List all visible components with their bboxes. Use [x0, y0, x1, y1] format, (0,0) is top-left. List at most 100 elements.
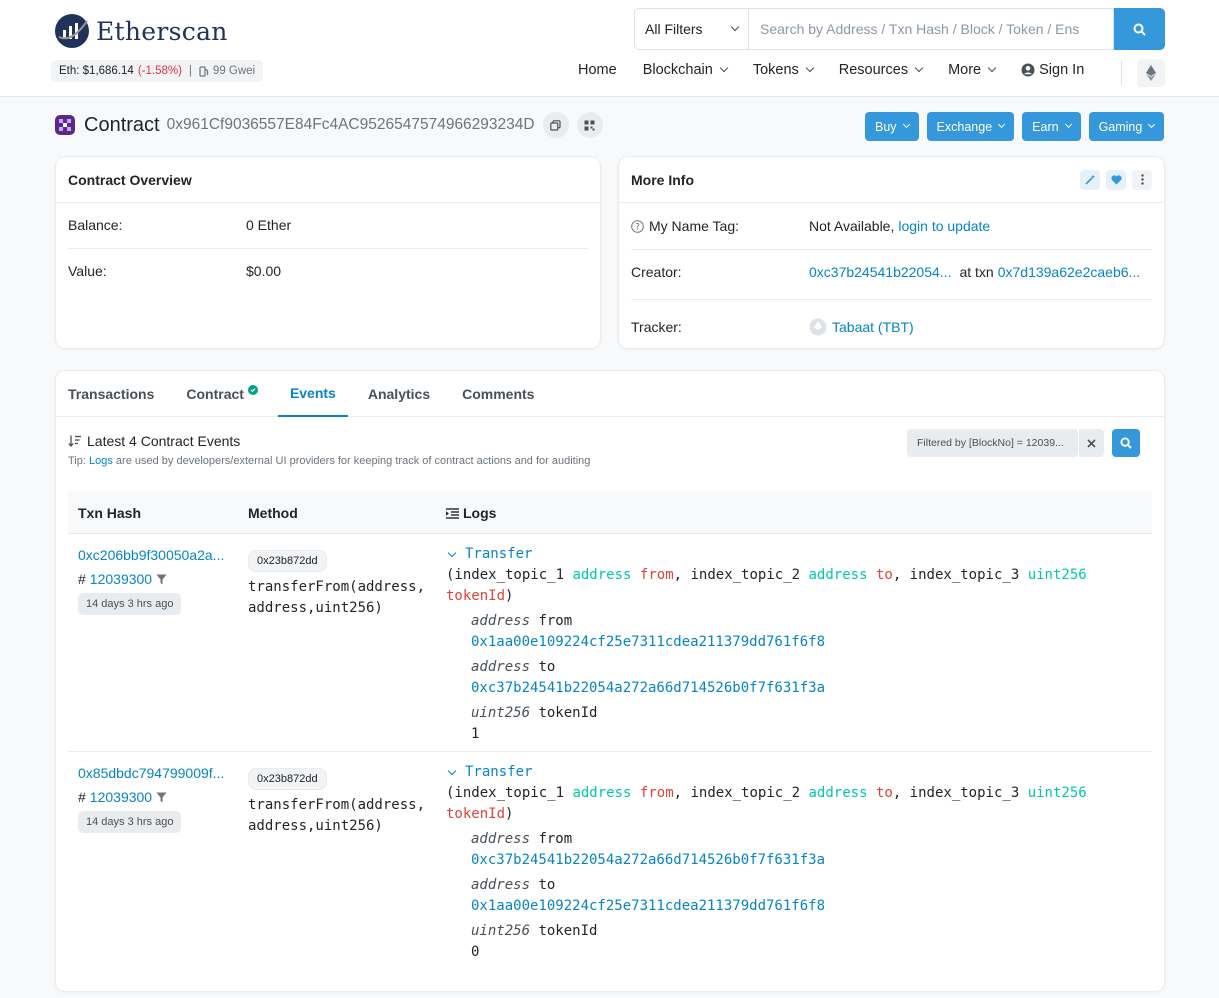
etherscan-logo[interactable]: Etherscan: [54, 13, 228, 49]
tracker-label: Tracker:: [631, 319, 682, 335]
th-logs-label: Logs: [463, 505, 497, 521]
tab-comments[interactable]: Comments: [450, 371, 546, 417]
nav-tokens[interactable]: Tokens: [752, 62, 815, 78]
nav-home[interactable]: Home: [578, 62, 617, 78]
gaming-button[interactable]: Gaming: [1088, 112, 1165, 141]
events-title-text: Latest 4 Contract Events: [87, 433, 241, 449]
eth-price[interactable]: Eth: $1,686.14: [59, 65, 134, 77]
param-value-link[interactable]: 0xc37b24541b22054a272a66d714526b0f7f631f…: [471, 680, 825, 696]
param-value-link[interactable]: 0x1aa00e109224cf25e7311cdea211379dd761f6…: [471, 634, 825, 650]
sig-type: address: [572, 785, 632, 801]
tab-comments-label: Comments: [462, 386, 535, 402]
logo-text: Etherscan: [96, 16, 228, 46]
param-type: uint256: [471, 705, 531, 721]
question-circle-icon[interactable]: ?: [631, 219, 644, 233]
param-type: address: [471, 613, 531, 629]
sig-type: address: [808, 785, 868, 801]
sig-close: ): [505, 806, 514, 822]
table-row: 0x85dbdc794799009f... # 12039300 14 days…: [68, 752, 1152, 972]
list-indent-icon: [446, 507, 459, 519]
log-cell: Transfer (index_topic_1 address from, in…: [446, 544, 1152, 745]
sig-open: (index_topic_1: [446, 567, 565, 583]
qr-code-button[interactable]: [576, 112, 603, 138]
value-row: Value: $0.00: [68, 263, 588, 279]
tab-events[interactable]: Events: [277, 371, 348, 417]
value-value: $0.00: [246, 263, 282, 279]
sig-param: from: [639, 567, 674, 583]
tab-transactions[interactable]: Transactions: [56, 371, 166, 417]
filter-icon[interactable]: [156, 574, 167, 585]
param-value-link[interactable]: 0xc37b24541b22054a272a66d714526b0f7f631f…: [471, 852, 825, 868]
search-icon: [1133, 23, 1146, 36]
tab-analytics[interactable]: Analytics: [356, 371, 442, 417]
sig-topic3: , index_topic_3: [892, 785, 1020, 801]
logs-link[interactable]: Logs: [89, 455, 113, 467]
nav-blockchain-label: Blockchain: [642, 62, 713, 78]
more-options-button[interactable]: [1132, 169, 1152, 190]
event-signature: (index_topic_1 address from, index_topic…: [446, 783, 1152, 825]
event-name-toggle[interactable]: Transfer: [446, 762, 1152, 783]
th-txn-hash: Txn Hash: [78, 505, 142, 521]
method-id-badge[interactable]: 0x23b872dd: [248, 550, 327, 572]
param-name: to: [538, 659, 556, 675]
param-from: address from 0x1aa00e109224cf25e7311cdea…: [471, 611, 1152, 653]
method-id-badge[interactable]: 0x23b872dd: [248, 768, 327, 790]
favorite-button[interactable]: [1106, 169, 1126, 190]
block-prefix: #: [78, 789, 86, 805]
tracker-link[interactable]: Tabaat (TBT): [832, 319, 914, 335]
exchange-button[interactable]: Exchange: [926, 112, 1015, 141]
login-to-update-link[interactable]: login to update: [898, 218, 990, 234]
txn-hash-link[interactable]: 0x85dbdc794799009f...: [78, 765, 224, 781]
search-input[interactable]: [748, 8, 1114, 50]
param-to: address to 0xc37b24541b22054a272a66d7145…: [471, 657, 1152, 699]
txn-hash-link[interactable]: 0xc206bb9f30050a2a...: [78, 547, 224, 563]
nav-home-label: Home: [578, 62, 617, 78]
sig-param: tokenId: [446, 588, 506, 604]
param-name: tokenId: [538, 705, 598, 721]
divider: [631, 299, 1152, 300]
creator-address-link[interactable]: 0xc37b24541b22054...: [809, 264, 951, 280]
ethereum-icon: [1146, 65, 1156, 81]
gas-price[interactable]: 99 Gwei: [213, 65, 255, 77]
name-tag-label: My Name Tag:: [649, 218, 739, 234]
copy-address-button[interactable]: [542, 112, 569, 138]
sort-icon: [68, 435, 81, 447]
search-button[interactable]: [1114, 8, 1165, 50]
block-link[interactable]: 12039300: [90, 571, 152, 587]
log-cell: Transfer (index_topic_1 address from, in…: [446, 762, 1152, 963]
event-name-toggle[interactable]: Transfer: [446, 544, 1152, 565]
tab-contract[interactable]: Contract: [174, 371, 270, 417]
nav-tokens-label: Tokens: [752, 62, 799, 78]
sig-topic2: , index_topic_2: [673, 567, 801, 583]
nav-resources[interactable]: Resources: [839, 62, 924, 78]
nav-more[interactable]: More: [948, 62, 997, 78]
tab-transactions-label: Transactions: [68, 386, 155, 402]
filter-icon[interactable]: [156, 792, 167, 803]
tracker-row: Tracker: Tabaat (TBT): [631, 318, 1152, 336]
network-switch-button[interactable]: [1137, 59, 1165, 87]
search-filter-select[interactable]: All Filters: [634, 8, 748, 50]
clear-filter-button[interactable]: [1078, 429, 1104, 457]
chevron-down-icon: [1148, 120, 1156, 129]
buy-button[interactable]: Buy: [865, 112, 919, 141]
sig-open: (index_topic_1: [446, 785, 565, 801]
param-name: to: [538, 877, 556, 893]
magic-wand-button[interactable]: [1080, 169, 1100, 190]
name-tag-label-wrap: ? My Name Tag:: [631, 218, 809, 234]
search-filter-value: All Filters: [645, 21, 703, 37]
nav-sign-in-label: Sign In: [1039, 62, 1085, 78]
name-tag-value: Not Available,: [809, 218, 895, 234]
divider: [631, 249, 1152, 250]
block-link[interactable]: 12039300: [90, 789, 152, 805]
filter-search-button[interactable]: [1112, 429, 1140, 457]
close-icon: [1087, 438, 1096, 448]
method-cell: 0x23b872dd transferFrom(address,address,…: [248, 550, 430, 619]
param-value-link[interactable]: 0x1aa00e109224cf25e7311cdea211379dd761f6…: [471, 898, 825, 914]
nav-sign-in[interactable]: Sign In: [1021, 62, 1084, 78]
nav-blockchain[interactable]: Blockchain: [642, 62, 729, 78]
tab-events-label: Events: [289, 385, 336, 401]
creator-txn-link[interactable]: 0x7d139a62e2caeb6...: [998, 264, 1140, 280]
earn-button[interactable]: Earn: [1022, 112, 1081, 141]
param-type: address: [471, 877, 531, 893]
heart-icon: [1110, 174, 1122, 184]
